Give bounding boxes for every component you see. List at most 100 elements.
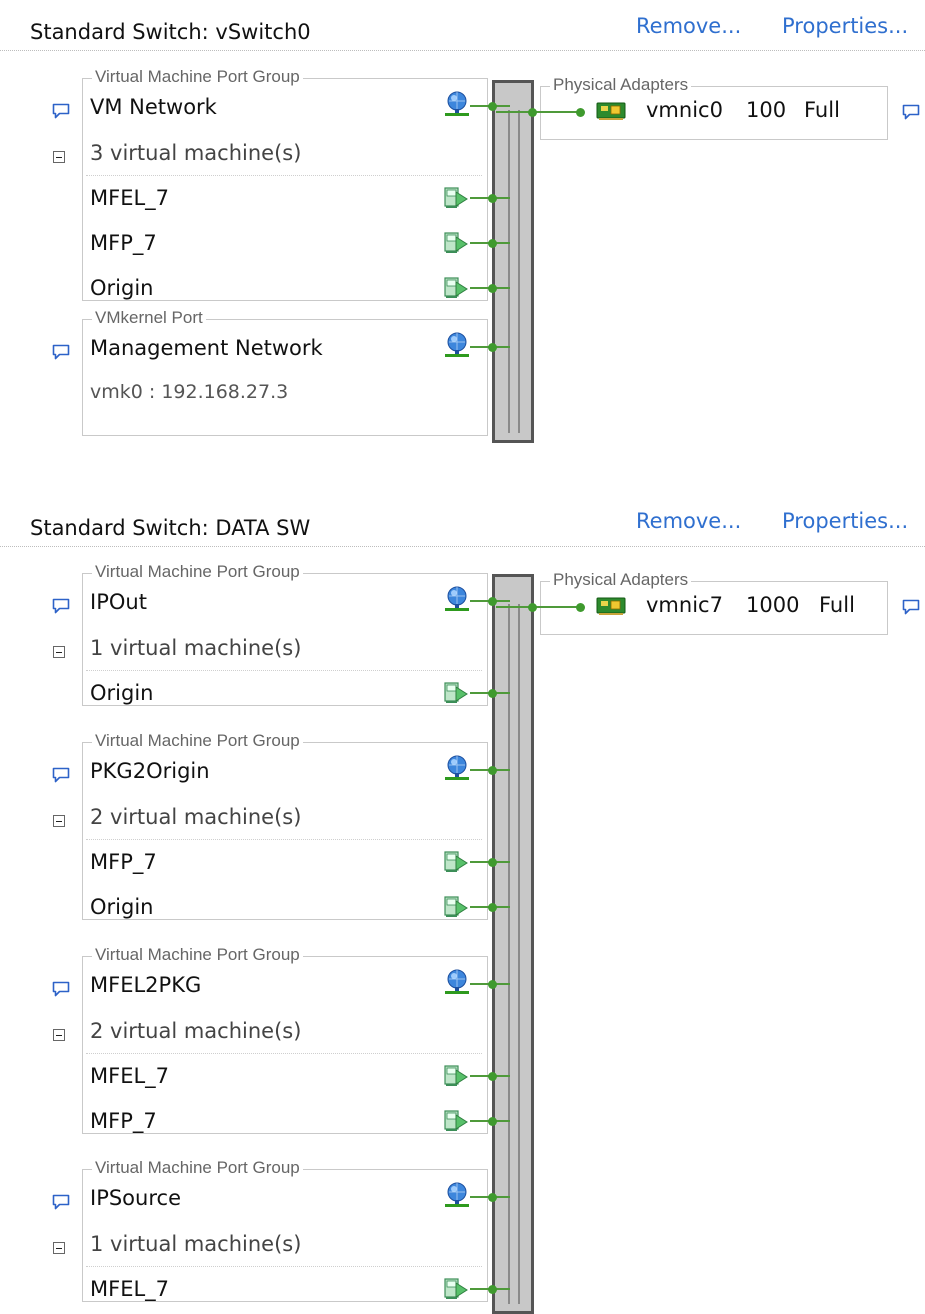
remove-link[interactable]: Remove... [636,14,741,38]
divider [86,839,482,840]
vm-name[interactable]: MFP_7 [90,231,157,255]
port-dot [487,902,497,912]
vm-name[interactable]: MFEL_7 [90,1064,169,1088]
virtual-machine-icon [444,231,470,255]
properties-link[interactable]: Properties... [782,14,908,38]
vm-count: 3 virtual machine(s) [90,141,302,165]
port-dot [487,1192,497,1202]
port-dot [487,1116,497,1126]
vm-name[interactable]: MFP_7 [90,1109,157,1133]
group-legend: VMkernel Port [92,309,206,327]
network-card-icon [596,100,626,122]
comment-icon[interactable] [52,598,70,614]
port-dot [487,193,497,203]
bus-rail [508,604,510,1304]
port-group-name[interactable]: MFEL2PKG [90,973,201,997]
port-dot [487,1071,497,1081]
port-dot [487,765,497,775]
network-globe-icon [444,331,470,359]
network-globe-icon [444,754,470,782]
virtual-machine-icon [444,850,470,874]
comment-icon[interactable] [52,103,70,119]
bus-rail [518,110,520,433]
switch-separator [0,546,925,547]
comment-icon[interactable] [52,344,70,360]
comment-icon[interactable] [52,1194,70,1210]
port-group-name[interactable]: VM Network [90,95,217,119]
virtual-machine-icon [444,895,470,919]
network-globe-icon [444,90,470,118]
divider [86,175,482,176]
network-globe-icon [444,1181,470,1209]
vm-name[interactable]: Origin [90,276,153,300]
vm-name[interactable]: MFEL_7 [90,186,169,210]
adapter-duplex: Full [819,593,855,617]
network-card-icon [596,595,626,617]
vmkernel-ip: vmk0 : 192.168.27.3 [90,381,289,403]
properties-link[interactable]: Properties... [782,509,908,533]
port-group-name[interactable]: IPOut [90,590,147,614]
comment-icon[interactable] [52,981,70,997]
virtual-machine-icon [444,186,470,210]
port-dot [487,979,497,989]
comment-icon[interactable] [902,104,920,120]
group-legend: Virtual Machine Port Group [92,68,303,86]
group-legend: Virtual Machine Port Group [92,946,303,964]
port-dot [487,238,497,248]
virtual-switch-bus [492,574,534,1314]
divider [86,1053,482,1054]
switch-title: Standard Switch: vSwitch0 [30,20,311,44]
vm-name[interactable]: MFEL_7 [90,1277,169,1301]
collapse-minus-icon[interactable] [53,1029,65,1041]
vm-count: 1 virtual machine(s) [90,636,302,660]
divider [86,1266,482,1267]
adapter-speed: 1000 [746,593,800,617]
vm-name[interactable]: Origin [90,895,153,919]
port-dot [527,602,537,612]
vm-count: 1 virtual machine(s) [90,1232,302,1256]
port-dot [575,107,585,117]
network-globe-icon [444,585,470,613]
port-dot [487,857,497,867]
vm-name[interactable]: MFP_7 [90,850,157,874]
port-group-name[interactable]: IPSource [90,1186,181,1210]
port-dot [487,1284,497,1294]
switch-separator [0,50,925,51]
collapse-minus-icon[interactable] [53,646,65,658]
connection-wire [496,606,584,608]
port-dot [487,342,497,352]
connection-wire [496,111,584,113]
virtual-machine-icon [444,1277,470,1301]
port-group-name[interactable]: PKG2Origin [90,759,210,783]
bus-rail [508,110,510,433]
group-legend: Virtual Machine Port Group [92,732,303,750]
adapter-duplex: Full [804,98,840,122]
vm-count: 2 virtual machine(s) [90,1019,302,1043]
virtual-machine-icon [444,681,470,705]
comment-icon[interactable] [52,767,70,783]
adapter-speed: 100 [746,98,787,122]
network-globe-icon [444,968,470,996]
port-dot [487,688,497,698]
virtual-switch-bus [492,80,534,443]
adapter-name[interactable]: vmnic7 [646,593,723,617]
port-dot [527,107,537,117]
collapse-minus-icon[interactable] [53,815,65,827]
vm-name[interactable]: Origin [90,681,153,705]
port-dot [487,283,497,293]
port-dot [487,101,497,111]
port-group-name[interactable]: Management Network [90,336,323,360]
group-legend: Virtual Machine Port Group [92,563,303,581]
vm-count: 2 virtual machine(s) [90,805,302,829]
group-legend: Virtual Machine Port Group [92,1159,303,1177]
physical-adapters-legend: Physical Adapters [550,76,692,94]
collapse-minus-icon[interactable] [53,151,65,163]
collapse-minus-icon[interactable] [53,1242,65,1254]
remove-link[interactable]: Remove... [636,509,741,533]
virtual-machine-icon [444,1109,470,1133]
port-dot [487,596,497,606]
virtual-machine-icon [444,1064,470,1088]
adapter-name[interactable]: vmnic0 [646,98,723,122]
virtual-machine-icon [444,276,470,300]
comment-icon[interactable] [902,599,920,615]
